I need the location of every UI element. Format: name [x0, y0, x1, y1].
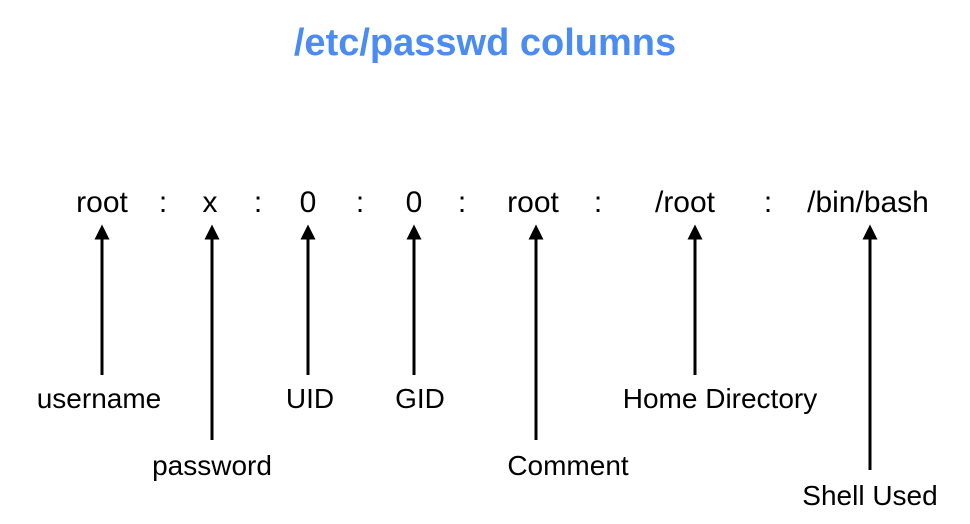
- field-gid-value: 0: [406, 186, 423, 219]
- field-username-value: root: [76, 186, 128, 219]
- field-password-value: x: [203, 186, 218, 219]
- diagram-title: /etc/passwd columns: [294, 22, 676, 64]
- label-password: password: [152, 450, 272, 481]
- field-homedir-value: /root: [655, 186, 716, 219]
- label-gid: GID: [395, 383, 445, 414]
- label-comment: Comment: [507, 450, 629, 481]
- label-username: username: [37, 383, 162, 414]
- separator-3: :: [458, 186, 466, 219]
- diagram-canvas: /etc/passwd columns root : x : 0 : 0 : r…: [0, 0, 970, 524]
- separator-0: :: [159, 186, 167, 219]
- field-comment-value: root: [507, 186, 559, 219]
- separator-2: :: [356, 186, 364, 219]
- label-homedir: Home Directory: [623, 383, 817, 414]
- label-uid: UID: [286, 383, 334, 414]
- label-shell: Shell Used: [802, 480, 937, 511]
- field-shell-value: /bin/bash: [807, 186, 929, 219]
- separator-1: :: [254, 186, 262, 219]
- separator-4: :: [594, 186, 602, 219]
- separator-5: :: [764, 186, 772, 219]
- field-uid-value: 0: [300, 186, 317, 219]
